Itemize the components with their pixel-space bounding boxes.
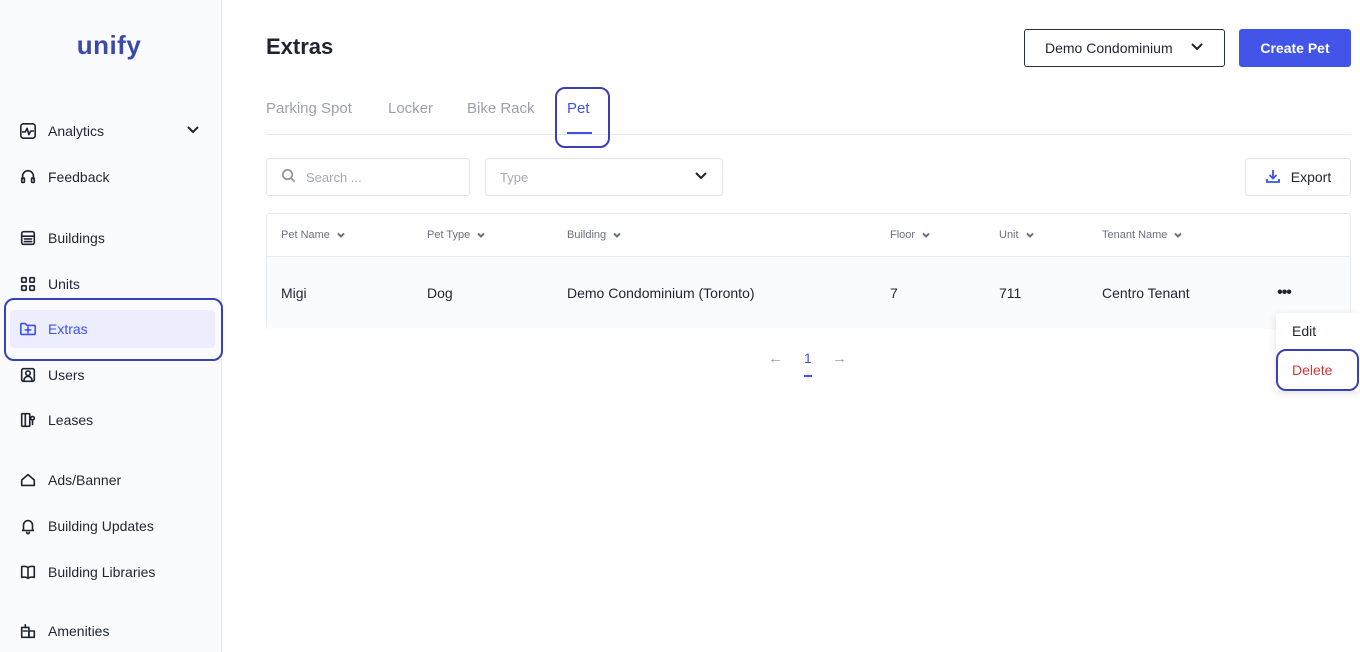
cell-unit: 711	[999, 285, 1022, 301]
tab-pet[interactable]: Pet	[567, 100, 590, 117]
sidebar-item-extras[interactable]: Extras	[10, 310, 215, 348]
active-tab-indicator	[567, 132, 592, 134]
analytics-icon	[18, 121, 38, 141]
page-title: Extras	[266, 34, 334, 59]
chevron-down-icon	[613, 232, 621, 238]
column-header-tenant-name[interactable]: Tenant Name	[1102, 229, 1183, 241]
sidebar-item-label: Ads/Banner	[48, 472, 122, 488]
building-select-value: Demo Condominium	[1045, 40, 1173, 56]
current-page-indicator	[804, 375, 812, 377]
export-button[interactable]: Export	[1245, 158, 1351, 196]
chevron-down-icon	[337, 232, 345, 238]
cell-floor: 7	[890, 285, 898, 301]
chevron-down-icon	[1190, 40, 1204, 57]
user-icon	[18, 365, 38, 385]
sidebar-item-label: Feedback	[48, 169, 110, 185]
search-input[interactable]: Search ...	[266, 158, 470, 196]
sidebar-item-label: Buildings	[48, 230, 105, 246]
page-number[interactable]: 1	[804, 350, 812, 366]
column-header-pet-name[interactable]: Pet Name	[281, 229, 346, 241]
bell-icon	[18, 516, 38, 536]
prev-page-icon[interactable]: ←	[768, 350, 783, 367]
type-placeholder: Type	[500, 169, 529, 185]
sidebar-item-users[interactable]: Users	[10, 356, 215, 394]
edit-menu-item[interactable]: Edit	[1292, 323, 1316, 339]
sidebar-item-label: Users	[48, 367, 85, 383]
amenities-icon	[18, 621, 38, 641]
row-action-menu: Edit Delete	[1276, 313, 1360, 391]
sidebar-item-buildings[interactable]: Buildings	[10, 219, 215, 257]
pagination: ← 1 →	[768, 348, 848, 378]
export-label: Export	[1290, 169, 1332, 185]
chevron-down-icon[interactable]	[185, 122, 201, 141]
download-icon	[1265, 168, 1291, 187]
building-select[interactable]: Demo Condominium	[1024, 29, 1225, 67]
sidebar-item-label: Amenities	[48, 623, 110, 639]
sidebar-item-label: Building Updates	[48, 518, 154, 534]
sidebar-item-label: Leases	[48, 412, 94, 428]
chevron-down-icon	[922, 232, 930, 238]
building-icon	[18, 228, 38, 248]
tab-locker[interactable]: Locker	[388, 100, 433, 117]
column-label: Pet Type	[427, 229, 471, 241]
table-header: Pet Name Pet Type Building Floor Unit Te…	[267, 214, 1350, 257]
delete-menu-item[interactable]: Delete	[1292, 362, 1332, 378]
chevron-down-icon	[1025, 232, 1034, 238]
sidebar-item-feedback[interactable]: Feedback	[10, 158, 215, 196]
sidebar-item-label: Extras	[48, 321, 88, 337]
tab-parking-spot[interactable]: Parking Spot	[266, 100, 352, 117]
sidebar-item-leases[interactable]: Leases	[10, 401, 215, 439]
column-header-building[interactable]: Building	[567, 229, 622, 241]
search-placeholder: Search ...	[306, 169, 362, 185]
create-pet-button[interactable]: Create Pet	[1239, 29, 1351, 67]
column-header-floor[interactable]: Floor	[890, 229, 931, 241]
cell-pet-type: Dog	[427, 285, 453, 301]
sidebar-item-label: Analytics	[48, 123, 105, 139]
folder-plus-icon	[18, 319, 38, 339]
more-actions-icon[interactable]: •••	[1272, 281, 1296, 305]
sidebar-item-building-libraries[interactable]: Building Libraries	[10, 553, 215, 591]
sidebar-item-units[interactable]: Units	[10, 265, 215, 303]
chevron-down-icon	[477, 232, 485, 238]
tab-bike-rack[interactable]: Bike Rack	[467, 100, 535, 117]
sidebar-item-analytics[interactable]: Analytics	[10, 112, 215, 150]
chevron-down-icon	[1174, 232, 1183, 238]
cell-tenant-name: Centro Tenant	[1102, 285, 1190, 301]
cell-pet-name: Migi	[281, 285, 307, 301]
headset-icon	[18, 167, 38, 187]
column-label: Pet Name	[281, 229, 330, 241]
column-label: Floor	[890, 229, 916, 241]
book-icon	[18, 562, 38, 582]
column-label: Tenant Name	[1102, 229, 1168, 241]
door-key-icon	[18, 410, 38, 430]
column-label: Building	[567, 229, 607, 241]
pets-table: Pet Name Pet Type Building Floor Unit Te…	[266, 213, 1351, 329]
cell-building: Demo Condominium (Toronto)	[567, 285, 755, 301]
sidebar-item-building-updates[interactable]: Building Updates	[10, 507, 215, 545]
sidebar-item-label: Units	[48, 276, 80, 292]
column-header-pet-type[interactable]: Pet Type	[427, 229, 486, 241]
type-select[interactable]: Type	[485, 158, 723, 196]
tab-bar: Parking Spot Locker Bike Rack Pet	[266, 97, 1351, 135]
sidebar-item-ads-banner[interactable]: Ads/Banner	[10, 461, 215, 499]
column-header-unit[interactable]: Unit	[999, 229, 1035, 241]
next-page-icon[interactable]: →	[832, 350, 847, 367]
sidebar-item-label: Building Libraries	[48, 564, 156, 580]
grid-icon	[18, 274, 38, 294]
home-icon	[18, 470, 38, 490]
unify-logo[interactable]: unify	[0, 30, 218, 61]
chevron-down-icon	[694, 169, 708, 186]
table-row[interactable]: Migi Dog Demo Condominium (Toronto) 7 71…	[267, 257, 1350, 329]
sidebar: unify Analytics Feedback Buildings Units…	[0, 0, 222, 652]
sidebar-item-amenities[interactable]: Amenities	[10, 612, 215, 650]
search-icon	[281, 168, 306, 186]
column-label: Unit	[999, 229, 1019, 241]
